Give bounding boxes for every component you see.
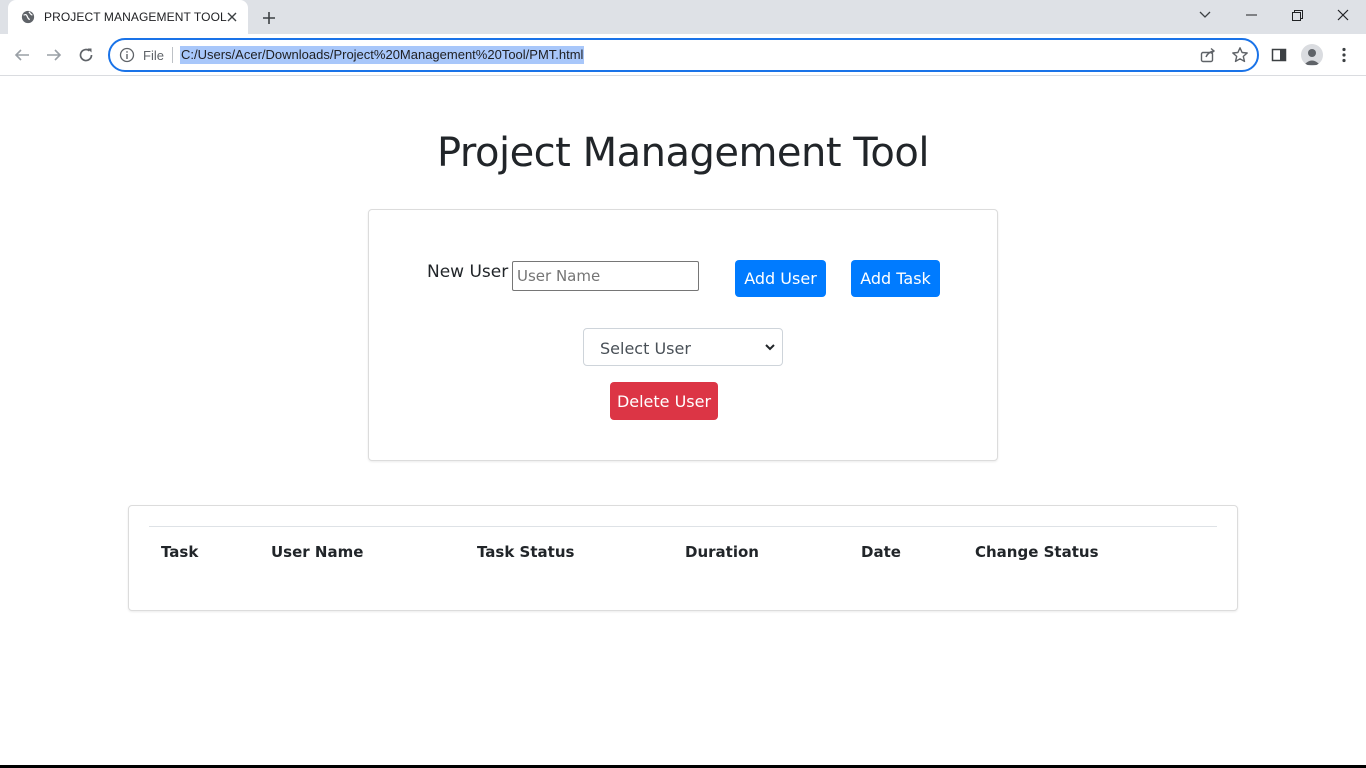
- url-scheme-label: File: [143, 48, 164, 63]
- add-task-button[interactable]: Add Task: [851, 260, 940, 297]
- browser-tab[interactable]: PROJECT MANAGEMENT TOOL: [8, 0, 248, 34]
- new-user-label: New User :: [427, 262, 520, 282]
- minimize-icon[interactable]: [1228, 0, 1274, 30]
- column-header-task: Task: [161, 543, 199, 561]
- close-window-icon[interactable]: [1320, 0, 1366, 30]
- new-tab-plus-icon[interactable]: [258, 7, 280, 29]
- back-arrow-icon[interactable]: [9, 42, 35, 68]
- forward-arrow-icon[interactable]: [41, 42, 67, 68]
- info-icon[interactable]: [119, 47, 135, 63]
- url-text[interactable]: C:/Users/Acer/Downloads/Project%20Manage…: [180, 46, 585, 64]
- tab-close-icon[interactable]: [224, 9, 240, 25]
- chevron-down-icon: [765, 344, 775, 351]
- kebab-menu-icon[interactable]: [1334, 45, 1354, 65]
- side-panel-icon[interactable]: [1269, 45, 1289, 65]
- profile-avatar-icon[interactable]: [1301, 44, 1323, 66]
- page-title: Project Management Tool: [437, 130, 929, 176]
- tasks-table-card: Task User Name Task Status Duration Date…: [128, 505, 1238, 611]
- address-bar[interactable]: File C:/Users/Acer/Downloads/Project%20M…: [108, 38, 1259, 72]
- tab-strip: PROJECT MANAGEMENT TOOL: [0, 0, 1366, 34]
- username-input[interactable]: [512, 261, 699, 291]
- column-header-task-status: Task Status: [477, 543, 575, 561]
- tab-search-chevron-icon[interactable]: [1182, 0, 1228, 30]
- column-header-change-status: Change Status: [975, 543, 1099, 561]
- bookmark-star-icon[interactable]: [1231, 46, 1249, 64]
- omnibox-divider: [172, 47, 173, 63]
- select-user-dropdown[interactable]: Select User: [583, 328, 783, 366]
- restore-icon[interactable]: [1274, 0, 1320, 30]
- browser-toolbar: File C:/Users/Acer/Downloads/Project%20M…: [0, 34, 1366, 76]
- delete-user-button[interactable]: Delete User: [610, 382, 718, 420]
- reload-icon[interactable]: [73, 42, 99, 68]
- select-user-value: Select User: [600, 339, 691, 358]
- tab-title: PROJECT MANAGEMENT TOOL: [44, 10, 227, 24]
- column-header-duration: Duration: [685, 543, 759, 561]
- user-management-card: New User : Add User Add Task Select User…: [368, 209, 998, 461]
- table-top-border: [149, 526, 1217, 527]
- column-header-user-name: User Name: [271, 543, 364, 561]
- globe-icon: [21, 10, 35, 24]
- share-icon[interactable]: [1199, 46, 1217, 64]
- column-header-date: Date: [861, 543, 901, 561]
- add-user-button[interactable]: Add User: [735, 260, 826, 297]
